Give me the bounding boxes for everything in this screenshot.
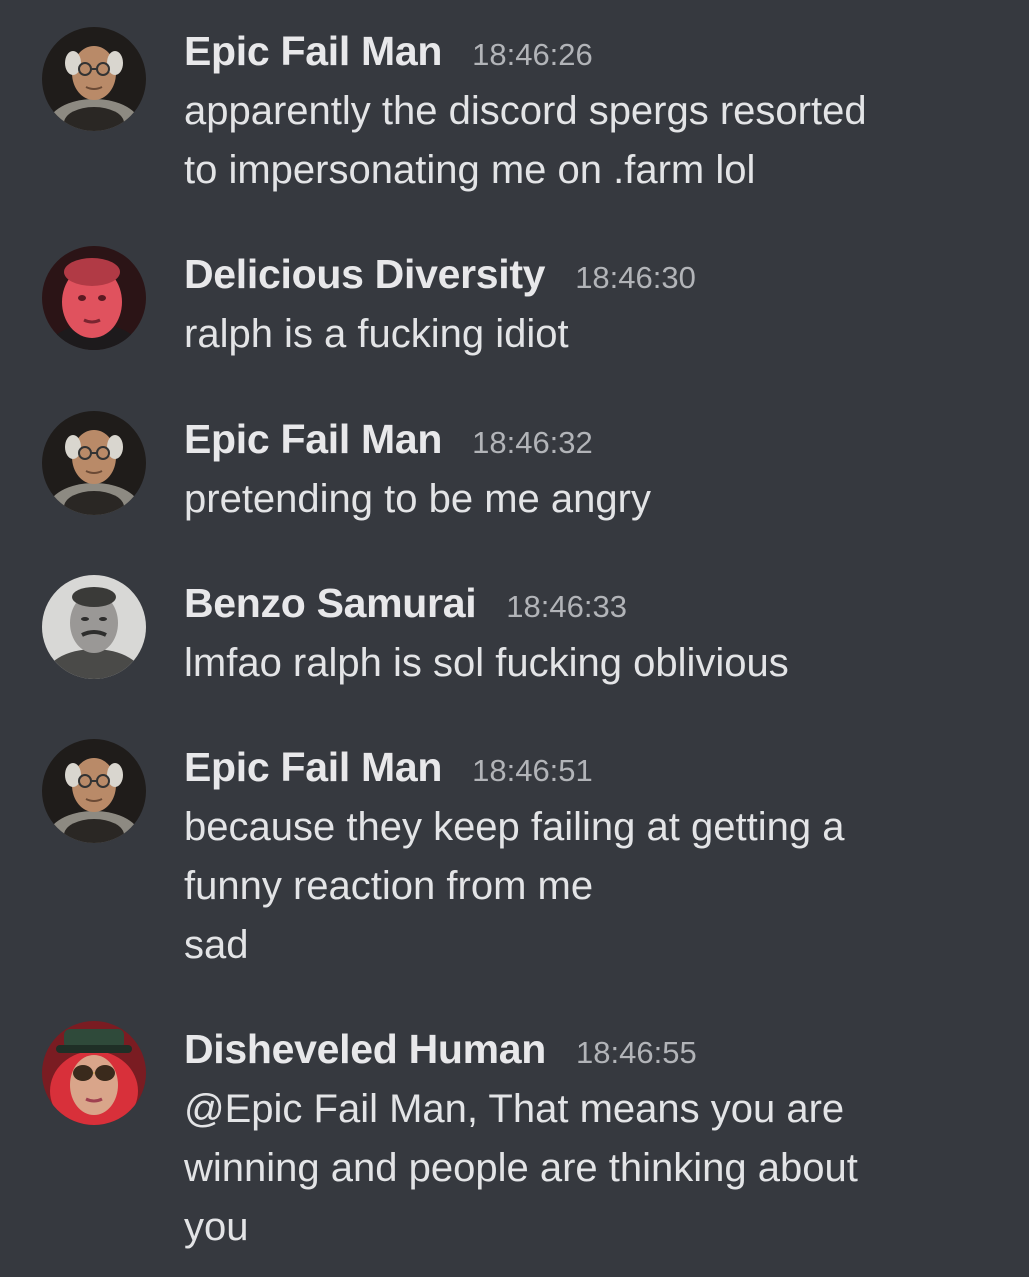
message-line: you [184, 1205, 249, 1249]
red-hair-sunglasses-avatar-icon[interactable] [42, 1021, 146, 1125]
message-line: to impersonating me on .farm lol [184, 148, 756, 192]
author-name[interactable]: Benzo Samurai 18:46:33 [184, 579, 627, 631]
message-text: ralph is a fucking idiot [184, 305, 984, 364]
user-mention[interactable]: @Epic Fail Man [184, 1087, 467, 1131]
samurai-portrait-avatar-icon[interactable] [42, 575, 146, 679]
author-name[interactable]: Disheveled Human 18:46:55 [184, 1025, 697, 1077]
red-face-avatar-icon[interactable] [42, 246, 146, 350]
message-text: pretending to be me angry [184, 470, 984, 529]
message-line: apparently the discord spergs resorted [184, 89, 867, 133]
timestamp: 18:46:26 [472, 37, 593, 72]
message-line: @Epic Fail Man, That means you are [184, 1080, 984, 1139]
timestamp: 18:46:55 [576, 1035, 697, 1070]
message-line: winning and people are thinking about [184, 1146, 858, 1190]
old-man-avatar-icon[interactable] [42, 411, 146, 515]
old-man-avatar-icon[interactable] [42, 739, 146, 843]
author-name[interactable]: Delicious Diversity 18:46:30 [184, 250, 696, 302]
author-name[interactable]: Epic Fail Man 18:46:32 [184, 415, 593, 467]
message-line: ralph is a fucking idiot [184, 312, 569, 356]
message-text: @Epic Fail Man, That means you are winni… [184, 1080, 984, 1257]
timestamp: 18:46:51 [472, 753, 593, 788]
timestamp: 18:46:33 [506, 589, 627, 624]
author-name[interactable]: Epic Fail Man 18:46:26 [184, 27, 593, 79]
author-name[interactable]: Epic Fail Man 18:46:51 [184, 743, 593, 795]
message-text: because they keep failing at getting a f… [184, 798, 984, 975]
message-line: because they keep failing at getting a [184, 805, 845, 849]
message-line: lmfao ralph is sol fucking oblivious [184, 641, 789, 685]
message-text: lmfao ralph is sol fucking oblivious [184, 634, 984, 693]
old-man-avatar-icon[interactable] [42, 27, 146, 131]
timestamp: 18:46:32 [472, 425, 593, 460]
message-line: pretending to be me angry [184, 477, 651, 521]
message-text: apparently the discord spergs resorted t… [184, 82, 984, 200]
timestamp: 18:46:30 [575, 260, 696, 295]
message-line: funny reaction from me [184, 864, 594, 908]
message-line: sad [184, 923, 249, 967]
message-line-text: , That means you are [466, 1087, 845, 1131]
